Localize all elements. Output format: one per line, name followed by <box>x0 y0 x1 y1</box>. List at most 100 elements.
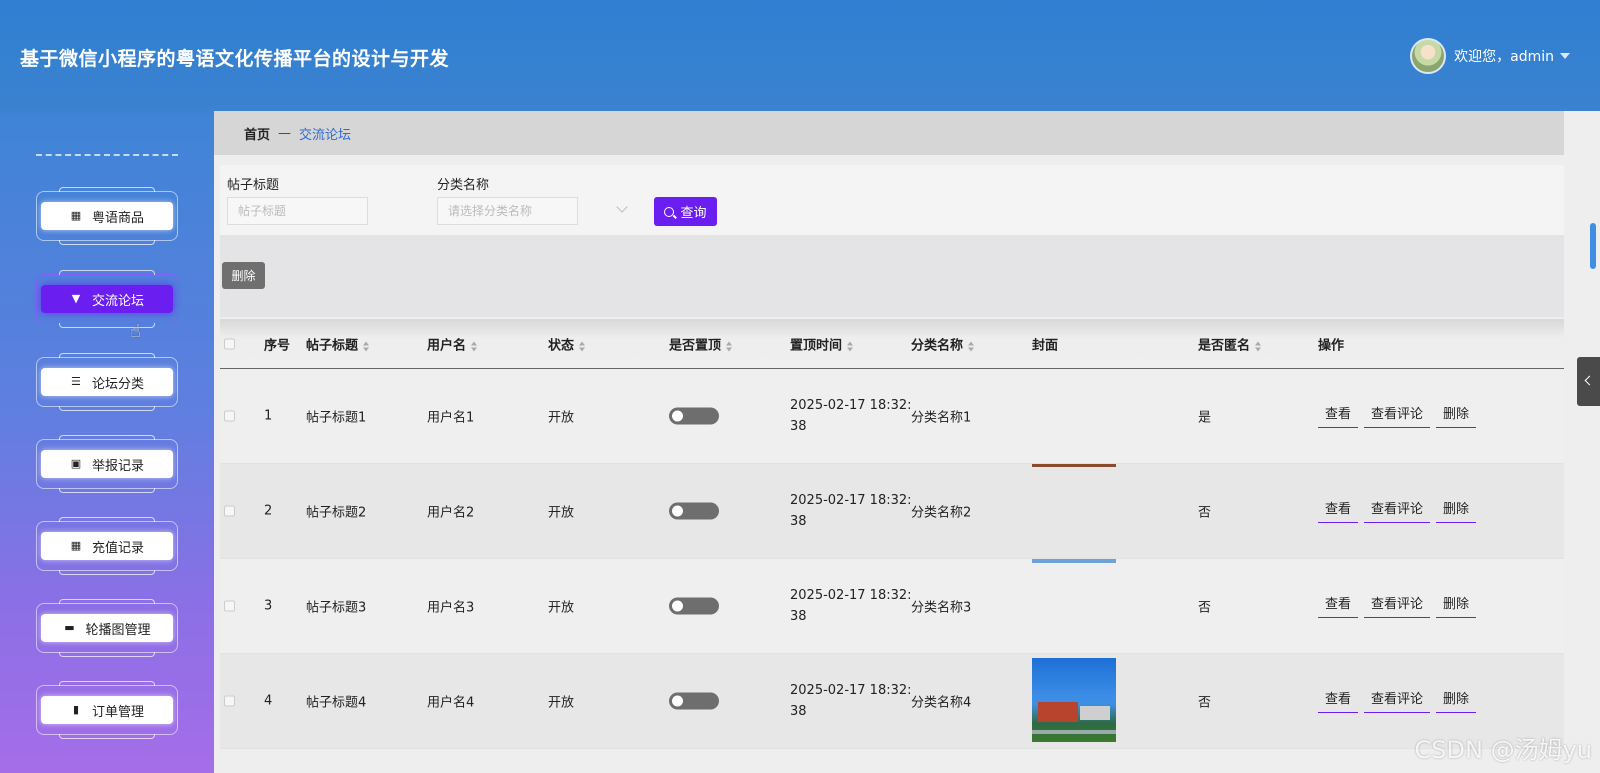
cover-image[interactable] <box>1032 464 1116 467</box>
chevron-down-icon[interactable] <box>616 201 628 213</box>
sort-icon[interactable] <box>847 341 854 351</box>
sort-icon[interactable] <box>968 341 975 351</box>
cell-index: 1 <box>264 408 273 424</box>
forum-table: 序号 帖子标题 用户名 状态 是否置顶 置顶时间 分类名称 封面 是否匿名 操作… <box>220 319 1564 749</box>
cell-title: 帖子标题1 <box>306 410 367 426</box>
view-button[interactable]: 查看 <box>1318 689 1359 713</box>
grid-icon: ▦ <box>70 209 82 222</box>
watermark: CSDN @汤姆yu <box>1414 736 1592 764</box>
col-anonymous-label: 是否匿名 <box>1198 338 1251 354</box>
col-category[interactable]: 分类名称 <box>911 335 975 354</box>
user-menu[interactable]: 欢迎您，admin <box>1410 38 1570 74</box>
row-checkbox[interactable] <box>224 505 235 517</box>
delete-button[interactable]: 删除 <box>1436 594 1477 618</box>
batch-delete-button[interactable]: 删除 <box>222 262 265 289</box>
row-checkbox[interactable] <box>224 410 235 422</box>
table-row: 3 帖子标题3 用户名3 开放 2025-02-17 18:32:38 分类名称… <box>220 559 1564 654</box>
cell-category: 分类名称2 <box>911 505 972 521</box>
chevron-down-icon[interactable] <box>1560 53 1570 59</box>
cell-index: 3 <box>264 598 273 614</box>
cell-user: 用户名2 <box>427 505 475 521</box>
sidebar-item-orders[interactable]: ▮ 订单管理 <box>36 681 178 739</box>
col-anonymous[interactable]: 是否匿名 <box>1198 335 1262 354</box>
sidebar-item-label: 粤语商品 <box>91 210 144 226</box>
menu-button[interactable]: ▮ 订单管理 <box>41 696 173 724</box>
cell-category: 分类名称3 <box>911 600 972 616</box>
col-pinned[interactable]: 是否置顶 <box>669 335 733 354</box>
sidebar-item-label: 充值记录 <box>91 540 144 556</box>
row-checkbox[interactable] <box>224 600 235 612</box>
menu-button[interactable]: ▦ 充值记录 <box>41 532 173 560</box>
sidebar-item-carousel[interactable]: ▬ 轮播图管理 <box>36 599 178 657</box>
sidebar-item-label: 论坛分类 <box>91 376 144 392</box>
search-area: 帖子标题 帖子标题 分类名称 请选择分类名称 查询 <box>220 165 1564 235</box>
sort-icon[interactable] <box>579 341 586 351</box>
col-pinned-time-label: 置顶时间 <box>790 338 843 354</box>
breadcrumb-current: 交流论坛 <box>299 127 352 143</box>
pinned-toggle[interactable] <box>669 407 719 425</box>
view-button[interactable]: 查看 <box>1318 594 1359 618</box>
cover-road <box>1032 730 1116 734</box>
select-all-checkbox[interactable] <box>224 338 235 350</box>
category-select[interactable]: 请选择分类名称 <box>437 197 578 225</box>
pinned-toggle[interactable] <box>669 597 719 615</box>
view-comments-button[interactable]: 查看评论 <box>1364 594 1431 618</box>
sort-icon[interactable] <box>471 341 478 351</box>
pinned-toggle[interactable] <box>669 692 719 710</box>
chat-icon: ▬ <box>64 621 75 634</box>
menu-button[interactable]: ▼ 交流论坛 <box>41 285 173 313</box>
welcome-text: 欢迎您，admin <box>1454 49 1554 65</box>
shirt-icon: ▼ <box>71 292 81 305</box>
menu-button[interactable]: ▬ 轮播图管理 <box>41 614 173 642</box>
menu-button[interactable]: ☰ 论坛分类 <box>41 368 173 396</box>
collapse-panel-button[interactable] <box>1577 357 1600 406</box>
view-comments-button[interactable]: 查看评论 <box>1364 499 1431 523</box>
cover-image[interactable] <box>1032 658 1116 742</box>
table-header: 序号 帖子标题 用户名 状态 是否置顶 置顶时间 分类名称 封面 是否匿名 操作 <box>220 319 1564 369</box>
cell-status: 开放 <box>548 505 575 521</box>
cover-image[interactable] <box>1032 559 1116 563</box>
col-status[interactable]: 状态 <box>548 335 586 354</box>
cell-user: 用户名3 <box>427 600 475 616</box>
col-pinned-time[interactable]: 置顶时间 <box>790 335 854 354</box>
col-status-label: 状态 <box>548 338 575 354</box>
avatar[interactable] <box>1410 38 1447 74</box>
cell-status: 开放 <box>548 695 575 711</box>
sidebar-item-recharge[interactable]: ▦ 充值记录 <box>36 517 178 575</box>
sidebar-item-forum-category[interactable]: ☰ 论坛分类 <box>36 353 178 411</box>
breadcrumb-home[interactable]: 首页 <box>244 124 270 143</box>
menu-button[interactable]: ▣ 举报记录 <box>41 450 173 478</box>
title-search-input[interactable]: 帖子标题 <box>227 197 368 225</box>
delete-button[interactable]: 删除 <box>1436 499 1477 523</box>
sidebar: ▦ 粤语商品 ▼ 交流论坛 ☰ 论坛分类 ▣ 举报记录 ▦ 充值记录 ▬ 轮播图… <box>0 111 214 773</box>
sidebar-item-reports[interactable]: ▣ 举报记录 <box>36 435 178 493</box>
list-icon: ☰ <box>71 375 81 388</box>
sort-icon[interactable] <box>1255 341 1262 351</box>
cell-user: 用户名4 <box>427 695 475 711</box>
cell-title: 帖子标题3 <box>306 600 367 616</box>
delete-button[interactable]: 删除 <box>1436 404 1477 428</box>
sort-icon[interactable] <box>363 341 370 351</box>
hand-cursor-icon: ☝ <box>130 321 141 342</box>
cell-user: 用户名1 <box>427 410 475 426</box>
view-button[interactable]: 查看 <box>1318 404 1359 428</box>
delete-button[interactable]: 删除 <box>1436 689 1477 713</box>
scrollbar[interactable] <box>1590 223 1596 269</box>
table-row: 2 帖子标题2 用户名2 开放 2025-02-17 18:32:38 分类名称… <box>220 464 1564 559</box>
cell-status: 开放 <box>548 600 575 616</box>
query-button[interactable]: 查询 <box>654 197 717 226</box>
table-row: 1 帖子标题1 用户名1 开放 2025-02-17 18:32:38 分类名称… <box>220 369 1564 464</box>
sidebar-item-forum[interactable]: ▼ 交流论坛 <box>36 270 178 328</box>
view-button[interactable]: 查看 <box>1318 499 1359 523</box>
row-checkbox[interactable] <box>224 695 235 707</box>
menu-button[interactable]: ▦ 粤语商品 <box>41 202 173 230</box>
col-title[interactable]: 帖子标题 <box>306 335 370 354</box>
col-cover: 封面 <box>1032 338 1059 354</box>
view-comments-button[interactable]: 查看评论 <box>1364 689 1431 713</box>
sidebar-item-cantonese-goods[interactable]: ▦ 粤语商品 <box>36 187 178 245</box>
pinned-toggle[interactable] <box>669 502 719 520</box>
cell-anonymous: 是 <box>1198 410 1212 426</box>
col-user[interactable]: 用户名 <box>427 335 478 354</box>
view-comments-button[interactable]: 查看评论 <box>1364 404 1431 428</box>
sort-icon[interactable] <box>726 341 733 351</box>
